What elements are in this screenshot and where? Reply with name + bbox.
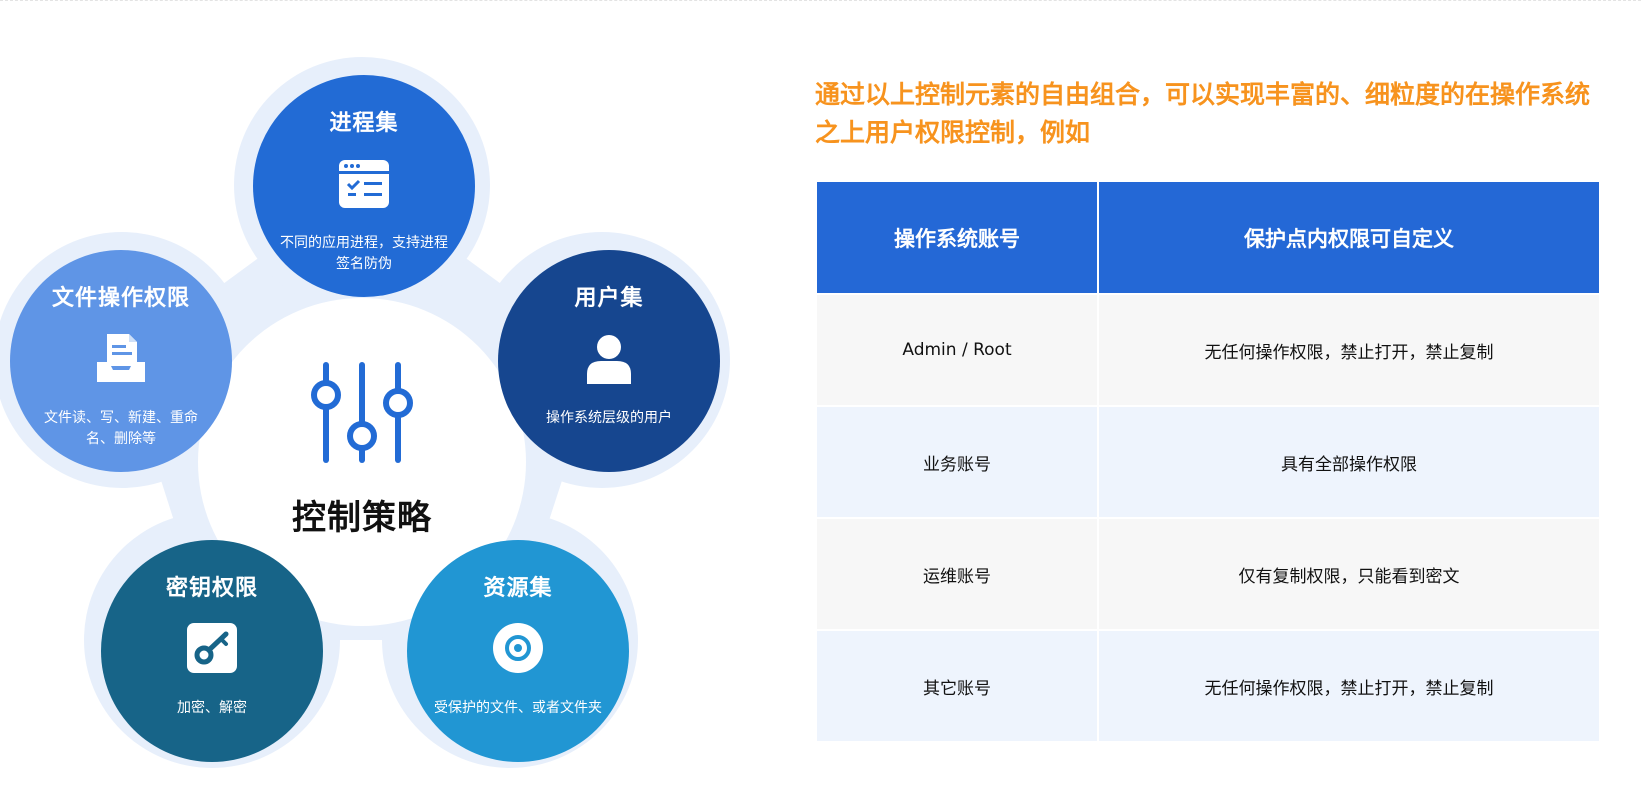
table-row: 其它账号 无任何操作权限，禁止打开，禁止复制 — [815, 629, 1601, 743]
node-title: 用户集 — [574, 286, 644, 311]
node-description: 不同的应用进程，支持进程签名防伪 — [280, 235, 448, 272]
column-header: 操作系统账号 — [815, 180, 1099, 295]
app-window-checklist-icon — [339, 160, 389, 208]
account-cell: 其它账号 — [815, 629, 1099, 743]
permission-cell: 具有全部操作权限 — [1097, 405, 1601, 519]
key-icon — [187, 623, 237, 673]
node-key-permission: 密钥权限 加密、解密 — [101, 540, 323, 762]
node-description: 操作系统层级的用户 — [546, 410, 672, 426]
column-header: 保护点内权限可自定义 — [1097, 180, 1601, 295]
account-cell: Admin / Root — [815, 293, 1099, 407]
node-title: 文件操作权限 — [51, 286, 190, 311]
node-process-set: 进程集 不同的应用进程，支持进程签名防伪 — [253, 75, 475, 297]
permission-table: 操作系统账号 保护点内权限可自定义 Admin / Root 无任何操作权限，禁… — [815, 180, 1601, 743]
user-icon — [587, 335, 631, 384]
permission-cell: 无任何操作权限，禁止打开，禁止复制 — [1097, 629, 1601, 743]
table-row: Admin / Root 无任何操作权限，禁止打开，禁止复制 — [815, 293, 1601, 407]
permission-cell: 仅有复制权限，只能看到密文 — [1097, 517, 1601, 631]
sliders-icon — [311, 362, 413, 463]
table-row: 运维账号 仅有复制权限，只能看到密文 — [815, 517, 1601, 631]
node-title: 进程集 — [329, 111, 399, 136]
node-description: 文件读、写、新建、重命名、删除等 — [44, 410, 198, 447]
center-title: 控制策略 — [292, 498, 432, 538]
table-row: 业务账号 具有全部操作权限 — [815, 405, 1601, 519]
document-tray-icon — [97, 334, 145, 382]
node-description: 受保护的文件、或者文件夹 — [434, 700, 602, 716]
node-description: 加密、解密 — [177, 700, 247, 716]
node-file-operation-permission: 文件操作权限 文件读、写、新建、重命名、删除等 — [10, 250, 232, 472]
node-user-set: 用户集 操作系统层级的用户 — [498, 250, 720, 472]
node-resource-set: 资源集 受保护的文件、或者文件夹 — [407, 540, 629, 762]
node-title: 资源集 — [483, 576, 553, 601]
disc-icon — [493, 623, 543, 673]
node-title: 密钥权限 — [165, 576, 258, 601]
control-strategy-diagram: 控制策略 进程集 不同的应用进程，支持进程签名防伪 用户集 操作系统层级的用户 … — [0, 0, 760, 791]
permission-cell: 无任何操作权限，禁止打开，禁止复制 — [1097, 293, 1601, 407]
account-cell: 运维账号 — [815, 517, 1099, 631]
account-cell: 业务账号 — [815, 405, 1099, 519]
table-header-row: 操作系统账号 保护点内权限可自定义 — [815, 180, 1601, 295]
headline: 通过以上控制元素的自由组合，可以实现丰富的、细粒度的在操作系统之上用户权限控制，… — [815, 80, 1591, 147]
